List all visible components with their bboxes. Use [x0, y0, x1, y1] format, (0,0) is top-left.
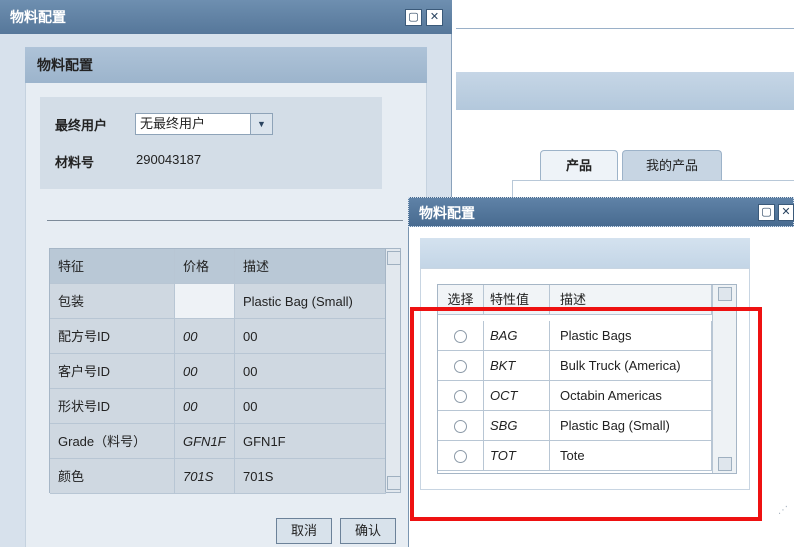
scroll-down-icon[interactable] — [387, 476, 401, 490]
scroll-up-icon[interactable] — [387, 251, 401, 265]
price-cell: 00 — [175, 389, 235, 424]
table-row[interactable]: 配方号ID 00 00 — [50, 319, 386, 354]
cancel-button[interactable]: 取消 — [276, 518, 332, 544]
column-header-description: 描述 — [235, 249, 386, 284]
section-header: 物料配置 — [25, 47, 427, 83]
divider — [47, 220, 403, 221]
feature-cell: 配方号ID — [50, 319, 175, 354]
table-row[interactable]: Grade（料号） GFN1F GFN1F — [50, 424, 386, 459]
end-user-label: 最终用户 — [55, 118, 108, 133]
feature-cell: 颜色 — [50, 459, 175, 494]
price-cell: 701S — [175, 459, 235, 494]
feature-table: 特征 价格 描述 包装 Plastic Bag (Small) 配方号ID 00… — [49, 248, 401, 494]
price-cell — [175, 284, 235, 319]
resize-grip-icon[interactable]: ⋰ — [778, 505, 792, 519]
column-header-price: 价格 — [175, 249, 235, 284]
close-icon[interactable]: ✕ — [778, 204, 794, 221]
background-divider — [456, 28, 794, 29]
feature-cell: 包装 — [50, 284, 175, 319]
dialog-title: 物料配置 — [0, 0, 452, 34]
feature-cell: 客户号ID — [50, 354, 175, 389]
tab-my-products[interactable]: 我的产品 — [622, 150, 722, 180]
tab-products[interactable]: 产品 — [540, 150, 618, 180]
description-cell: 00 — [235, 319, 386, 354]
table-row[interactable]: 形状号ID 00 00 — [50, 389, 386, 424]
column-header-feature: 特征 — [50, 249, 175, 284]
feature-cell: 形状号ID — [50, 389, 175, 424]
material-number-label: 材料号 — [55, 155, 95, 170]
material-number-value: 290043187 — [136, 152, 202, 167]
table-header-row: 特征 价格 描述 — [50, 249, 386, 284]
chevron-down-icon[interactable]: ▼ — [250, 114, 272, 134]
price-cell: 00 — [175, 354, 235, 389]
price-cell: 00 — [175, 319, 235, 354]
description-cell: 00 — [235, 389, 386, 424]
description-cell: 00 — [235, 354, 386, 389]
maximize-icon[interactable]: ▢ — [405, 9, 422, 26]
close-icon[interactable]: ✕ — [426, 9, 443, 26]
table-row[interactable]: 颜色 701S 701S — [50, 459, 386, 494]
table-row[interactable]: 包装 Plastic Bag (Small) — [50, 284, 386, 319]
table-scrollbar[interactable] — [385, 249, 401, 492]
background-header-band — [456, 72, 794, 110]
popup-toolbar-band — [420, 238, 750, 268]
table-row[interactable]: 客户号ID 00 00 — [50, 354, 386, 389]
price-cell: GFN1F — [175, 424, 235, 459]
feature-cell: Grade（料号） — [50, 424, 175, 459]
info-box — [40, 97, 382, 189]
description-cell: 701S — [235, 459, 386, 494]
scroll-up-icon[interactable] — [718, 287, 732, 301]
maximize-icon[interactable]: ▢ — [758, 204, 775, 221]
popup-title: 物料配置 — [408, 197, 794, 227]
description-cell: Plastic Bag (Small) — [235, 284, 386, 319]
red-highlight-box — [410, 307, 762, 521]
description-cell: GFN1F — [235, 424, 386, 459]
confirm-button[interactable]: 确认 — [340, 518, 396, 544]
